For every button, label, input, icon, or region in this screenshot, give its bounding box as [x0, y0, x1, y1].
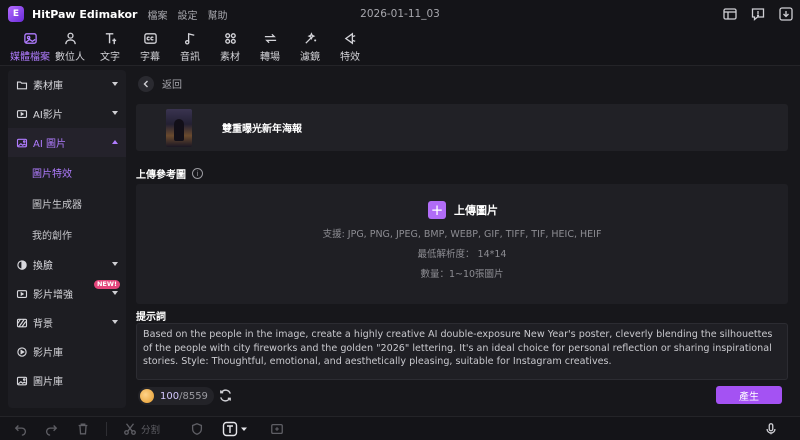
sidebar-item-library[interactable]: 素材庫: [8, 70, 126, 99]
upload-formats: 支援: JPG, PNG, JPEG, BMP, WEBP, GIF, TIFF…: [322, 229, 602, 240]
chevron-down-icon: [112, 291, 118, 295]
music-note-icon: [184, 32, 194, 45]
template-card: 雙重曝光新年海報: [136, 104, 788, 151]
subtitle-icon: [143, 32, 157, 44]
split-label[interactable]: 分割: [141, 422, 160, 436]
background-icon: [16, 318, 28, 327]
upload-section-header: 上傳參考圖 i: [136, 166, 203, 181]
upload-count: 數量：1~10張圖片: [420, 269, 504, 280]
back-button[interactable]: [138, 75, 154, 92]
sidebar-item-face-swap[interactable]: 換臉: [8, 250, 126, 279]
folder-icon: [16, 80, 28, 89]
menu-settings[interactable]: 設定: [177, 7, 197, 22]
credits-display: 100 /8559: [138, 387, 214, 405]
image-library-icon: [16, 376, 28, 385]
title-bar: E HitPaw Edimakor 檔案 設定 幫助 2026-01-11_03: [0, 0, 800, 28]
sidebar-item-background[interactable]: 背景: [8, 308, 126, 337]
transition-icon: [264, 33, 276, 43]
scissors-icon[interactable]: [123, 422, 137, 436]
tab-effects[interactable]: 特效: [330, 29, 370, 65]
menu-help[interactable]: 幫助: [207, 7, 227, 22]
new-badge: NEW!: [93, 280, 120, 289]
timeline-toolbar: 分割: [0, 416, 800, 440]
add-track-icon[interactable]: [270, 422, 284, 436]
redo-icon[interactable]: [44, 422, 58, 436]
trash-icon[interactable]: [76, 422, 90, 436]
sidebar-subitem-image-effects[interactable]: 圖片特效: [8, 157, 126, 188]
feedback-icon[interactable]: [750, 6, 766, 22]
sidebar-item-ai-video[interactable]: AI影片: [8, 99, 126, 128]
main-panel: 返回 雙重曝光新年海報 上傳參考圖 i + 上傳圖片 支援: JPG, PNG,…: [132, 70, 792, 408]
chevron-left-icon: [143, 80, 148, 87]
template-name: 雙重曝光新年海報: [222, 124, 302, 135]
chevron-down-icon: [112, 82, 118, 86]
video-enhance-icon: [16, 289, 28, 298]
face-swap-icon: [17, 259, 27, 270]
text-box-icon: [222, 421, 238, 436]
credits-used: 100: [160, 390, 180, 402]
divider: [106, 421, 107, 436]
ai-video-icon: [16, 109, 28, 118]
app-name: HitPaw Edimakor: [32, 7, 138, 21]
prompt-label: 提示詞: [136, 312, 166, 323]
coin-icon: [140, 389, 154, 403]
chevron-down-icon: [112, 262, 118, 266]
sidebar-item-image-library[interactable]: 圖片庫: [8, 366, 126, 395]
tab-text[interactable]: 文字: [90, 29, 130, 65]
app-logo: E: [8, 6, 24, 22]
chevron-down-icon: [112, 320, 118, 324]
elements-icon: [224, 32, 236, 44]
sidebar-item-ai-image[interactable]: AI 圖片: [8, 128, 126, 157]
sidebar-subitem-image-generator[interactable]: 圖片生成器: [8, 188, 126, 219]
upload-image-button[interactable]: + 上傳圖片: [428, 201, 498, 219]
menu-file[interactable]: 檔案: [147, 7, 167, 22]
media-icon: [23, 32, 37, 44]
sidebar-item-video-library[interactable]: 影片庫: [8, 337, 126, 366]
download-icon[interactable]: [778, 6, 794, 22]
text-icon: [105, 32, 116, 44]
upload-min-resolution: 最低解析度： 14*14: [417, 249, 507, 260]
back-label[interactable]: 返回: [162, 76, 182, 91]
main-toolbar: 媒體檔案 數位人 文字 字幕 音訊 素材 轉場 濾鏡 特效: [0, 28, 800, 66]
upload-button-label: 上傳圖片: [454, 204, 498, 217]
layout-icon[interactable]: [722, 6, 738, 22]
plus-icon: +: [428, 201, 446, 219]
video-library-icon: [17, 346, 27, 357]
undo-icon[interactable]: [14, 422, 28, 436]
credits-total: /8559: [179, 390, 208, 402]
tab-media[interactable]: 媒體檔案: [10, 29, 50, 65]
chevron-down-icon: [112, 111, 118, 115]
template-thumbnail: [166, 108, 192, 147]
shield-icon[interactable]: [190, 422, 204, 436]
tab-transition[interactable]: 轉場: [250, 29, 290, 65]
filter-icon: [304, 31, 316, 44]
refresh-icon[interactable]: [218, 388, 233, 403]
prompt-textarea[interactable]: Based on the people in the image, create…: [136, 323, 788, 380]
generate-button[interactable]: 產生: [716, 386, 782, 404]
avatar-person-icon: [64, 32, 76, 44]
sidebar-subitem-my-creations[interactable]: 我的創作: [8, 219, 126, 250]
text-tool-dropdown[interactable]: [222, 421, 248, 437]
effects-icon: [344, 32, 355, 44]
tab-elements[interactable]: 素材: [210, 29, 250, 65]
tab-filter[interactable]: 濾鏡: [290, 29, 330, 65]
chevron-up-icon: [112, 140, 118, 144]
upload-dropzone[interactable]: + 上傳圖片 支援: JPG, PNG, JPEG, BMP, WEBP, GI…: [136, 184, 788, 304]
sidebar-item-video-enhance[interactable]: 影片增強 NEW!: [8, 279, 126, 308]
ai-image-icon: [16, 138, 28, 147]
caret-down-icon: [241, 427, 248, 431]
tab-avatar[interactable]: 數位人: [50, 29, 90, 65]
tab-subtitle[interactable]: 字幕: [130, 29, 170, 65]
tab-audio[interactable]: 音訊: [170, 29, 210, 65]
upload-section-label: 上傳參考圖: [136, 170, 186, 181]
microphone-icon[interactable]: [764, 422, 778, 436]
info-icon[interactable]: i: [192, 168, 203, 179]
sidebar: 素材庫 AI影片 AI 圖片 圖片特效 圖片生成器 我的創作 換臉 影片增強 N…: [8, 70, 126, 408]
